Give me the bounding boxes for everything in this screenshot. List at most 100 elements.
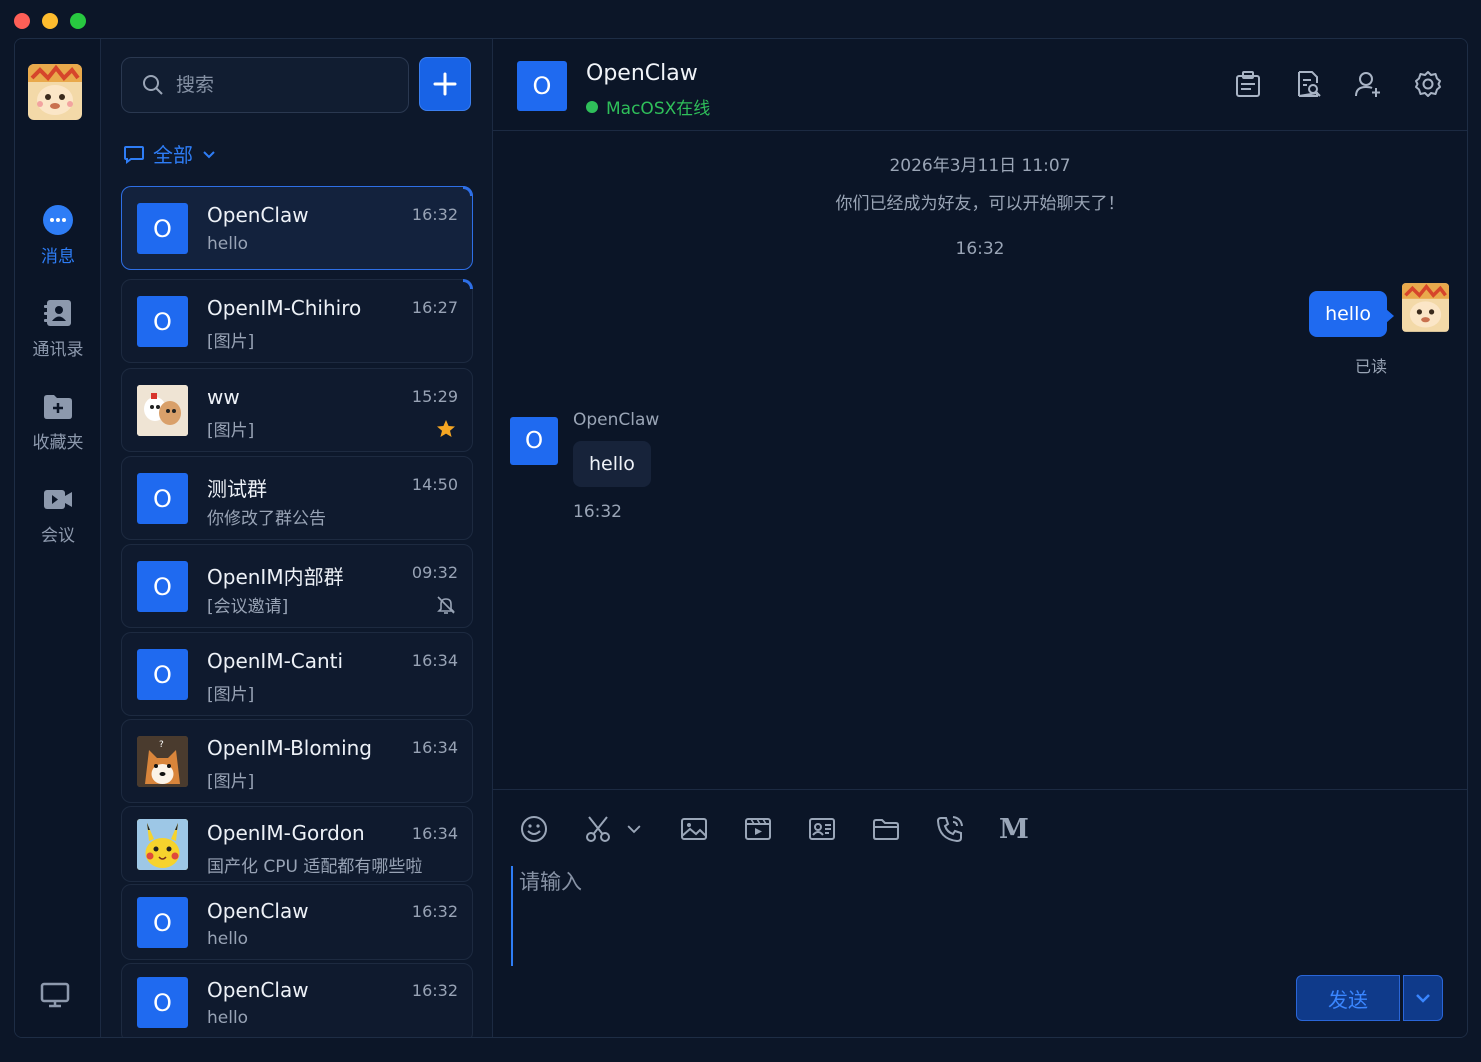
nav-item-meetings[interactable]: 会议: [15, 483, 101, 546]
favorites-folder-icon: [44, 395, 72, 419]
add-friend-icon[interactable]: [1353, 69, 1383, 99]
my-avatar[interactable]: [28, 64, 82, 120]
conversation-preview: [图片]: [207, 421, 255, 441]
contacts-icon: [44, 300, 71, 326]
nav-label: 消息: [41, 247, 75, 267]
monitor-icon[interactable]: [39, 979, 71, 1011]
gear-icon[interactable]: [1413, 69, 1443, 99]
conversation-item[interactable]: O OpenIM-Canti [图片] 16:34: [121, 632, 473, 716]
send-options-button[interactable]: [1403, 975, 1443, 1021]
conversation-item[interactable]: OpenIM-Gordon 国产化 CPU 适配都有哪些啦 16:34: [121, 806, 473, 882]
peer-message-time: 16:32: [573, 502, 622, 522]
close-window-button[interactable]: [14, 13, 30, 29]
composer: M 发送: [493, 789, 1467, 1037]
conversation-list-panel: 全部 O OpenClaw hello 16:32 O OpenIM-Chihi…: [101, 39, 493, 1037]
conversation-name: OpenIM-Chihiro: [207, 296, 362, 320]
message-input[interactable]: [511, 866, 1411, 966]
contact-card-icon: [809, 818, 835, 840]
conversation-time: 16:34: [411, 824, 458, 843]
conversation-item[interactable]: O OpenClaw hello 16:32: [121, 186, 473, 270]
conversation-item[interactable]: O 测试群 你修改了群公告 14:50: [121, 456, 473, 540]
video-file-icon: [745, 818, 771, 840]
conversation-avatar: [137, 385, 188, 436]
conversation-name: OpenIM-Canti: [207, 649, 344, 673]
conversation-preview: 国产化 CPU 适配都有哪些啦: [207, 857, 423, 877]
conversation-time: 16:32: [411, 902, 458, 921]
conversation-name: OpenClaw: [207, 203, 309, 227]
send-button[interactable]: 发送: [1296, 975, 1400, 1021]
conversation-preview: hello: [207, 1008, 249, 1028]
chat-bubble-icon: [43, 205, 73, 235]
minimize-window-button[interactable]: [42, 13, 58, 29]
chat-panel: O OpenClaw MacOSX在线 2026年3月11日 11:07 你们已…: [493, 39, 1467, 1037]
emoji-button[interactable]: [519, 812, 583, 846]
online-status-text: MacOSX在线: [606, 99, 711, 119]
chat-title: OpenClaw: [586, 61, 698, 86]
chevron-down-icon: [627, 825, 641, 834]
conversation-filter-dropdown[interactable]: 全部: [123, 139, 217, 168]
video-button[interactable]: [743, 812, 807, 846]
conversation-avatar: ?: [137, 736, 188, 787]
clipboard-icon[interactable]: [1233, 69, 1263, 99]
conversation-name: ww: [207, 385, 240, 409]
chat-avatar[interactable]: O: [517, 61, 567, 111]
conversation-item[interactable]: O OpenIM-Chihiro [图片] 16:27: [121, 279, 473, 363]
my-message-avatar[interactable]: [1402, 283, 1449, 332]
message-area: 2026年3月11日 11:07 你们已经成为好友，可以开始聊天了！ 16:32…: [493, 131, 1467, 789]
conversation-avatar: O: [137, 296, 188, 347]
conversation-preview: [图片]: [207, 332, 255, 352]
online-dot-icon: [586, 100, 598, 113]
search-box[interactable]: [121, 57, 409, 113]
conversation-preview: [图片]: [207, 772, 255, 792]
conversation-name: 测试群: [207, 477, 267, 501]
search-input[interactable]: [176, 74, 396, 96]
peer-avatar[interactable]: O: [510, 417, 558, 465]
nav-item-contacts[interactable]: 通讯录: [15, 297, 101, 360]
conversation-name: OpenIM-Gordon: [207, 821, 365, 845]
send-group: 发送: [1296, 975, 1443, 1021]
business-card-button[interactable]: [807, 812, 871, 846]
image-icon: [681, 818, 707, 840]
time-stamp: 16:32: [955, 239, 1005, 259]
app-window: 消息 通讯录 收藏夹 会议 搜索 全部 O OpenClaw hello 16:…: [14, 38, 1468, 1038]
conversation-preview: [图片]: [207, 685, 255, 705]
conversation-avatar: O: [137, 649, 188, 700]
conversation-name: OpenClaw: [207, 899, 309, 923]
screenshot-button[interactable]: [583, 812, 679, 846]
conversation-time: 16:27: [411, 298, 458, 317]
nav-item-favorites[interactable]: 收藏夹: [15, 390, 101, 453]
chevron-down-icon: [203, 150, 215, 158]
conversation-name: OpenClaw: [207, 978, 309, 1002]
file-button[interactable]: [871, 812, 935, 846]
conversation-preview: 你修改了群公告: [207, 509, 326, 529]
markdown-icon: M: [999, 813, 1029, 845]
window-controls: [14, 13, 86, 29]
conversation-avatar: O: [137, 561, 188, 612]
conversation-item[interactable]: O OpenClaw hello 16:32: [121, 884, 473, 960]
conversation-item[interactable]: O OpenIM内部群 [会议邀请] 09:32: [121, 544, 473, 628]
nav-item-messages[interactable]: 消息: [15, 204, 101, 267]
peer-message-bubble[interactable]: hello: [573, 441, 651, 487]
conversation-item[interactable]: ? OpenIM-Bloming [图片] 16:34: [121, 719, 473, 803]
markdown-button[interactable]: M: [999, 812, 1063, 846]
composer-toolbar: M: [519, 812, 1063, 846]
call-button[interactable]: [935, 812, 999, 846]
zoom-window-button[interactable]: [70, 13, 86, 29]
video-camera-icon: [44, 490, 72, 509]
conversation-avatar: O: [137, 473, 188, 524]
conversation-time: 16:34: [411, 651, 458, 670]
conversation-preview: hello: [207, 234, 249, 254]
online-status: MacOSX在线: [586, 94, 710, 119]
conversation-time: 14:50: [411, 475, 458, 494]
add-button[interactable]: [419, 57, 471, 111]
emoji-icon: [521, 816, 547, 842]
search-history-icon[interactable]: [1293, 69, 1323, 99]
image-button[interactable]: [679, 812, 743, 846]
my-message-bubble[interactable]: hello: [1309, 291, 1394, 337]
conversation-item[interactable]: ww [图片] 15:29: [121, 368, 473, 452]
conversation-item[interactable]: O OpenClaw hello 16:32: [121, 963, 473, 1037]
conversation-time: 15:29: [411, 387, 458, 406]
bell-muted-icon: [437, 596, 455, 614]
svg-text:?: ?: [159, 740, 164, 750]
conversation-time: 16:32: [411, 981, 458, 1000]
